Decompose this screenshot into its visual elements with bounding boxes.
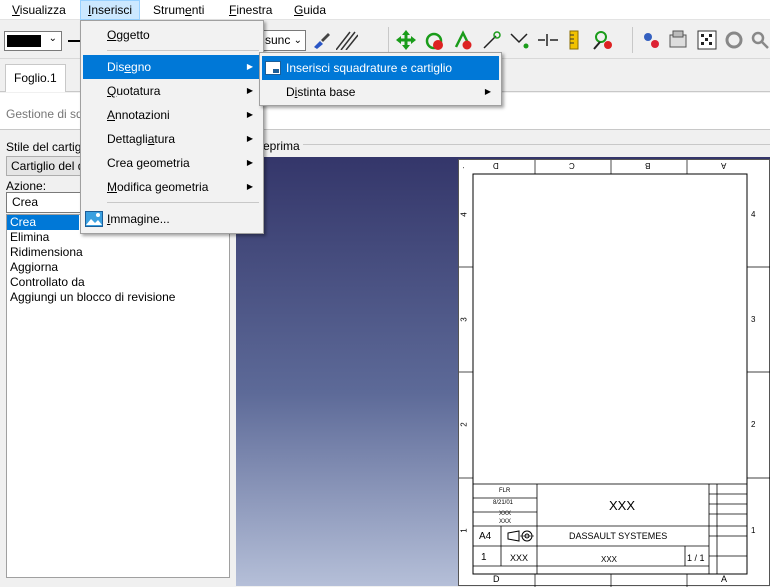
color-picker[interactable]: ⌄	[4, 31, 62, 51]
submenu-arrow-icon: ▶	[484, 87, 491, 96]
row-label: 4	[751, 210, 756, 219]
submenu-arrow-icon: ▶	[246, 62, 253, 71]
submenu-arrow-icon: ▶	[246, 134, 253, 143]
column-label: C	[569, 161, 575, 170]
column-label: D	[493, 161, 499, 170]
list-item-crea[interactable]: Crea	[7, 215, 79, 230]
menu-inserisci[interactable]: Inserisci	[80, 0, 141, 20]
chevron-down-icon: ⌄	[48, 33, 57, 44]
list-item-ridimensiona[interactable]: Ridimensiona	[7, 245, 229, 260]
inserisci-menu: Oggetto Disegno ▶ Quotatura ▶ Annotazioni ▶…	[80, 20, 264, 234]
grid-icon[interactable]	[696, 29, 718, 51]
explode-icon[interactable]	[536, 29, 558, 51]
menu-item-annotazioni[interactable]: Annotazioni ▶	[83, 103, 261, 127]
chevron-down-icon: ⌄	[293, 35, 302, 46]
toolbar-separator	[632, 27, 633, 53]
move-arrows-icon[interactable]	[395, 29, 417, 51]
date-value: 8/21/01	[493, 500, 514, 506]
row-label: 2	[751, 420, 756, 429]
snap-icon[interactable]	[481, 29, 503, 51]
row-label: 3	[751, 315, 756, 324]
menu-bar: Visualizza Inserisci Strumenti Finestra …	[0, 0, 770, 20]
scale-icon[interactable]	[452, 29, 474, 51]
action-list: Crea Elimina Ridimensiona Aggiorna Contr…	[6, 214, 230, 578]
color-swatch-icon	[7, 35, 41, 47]
settings-icon[interactable]	[640, 29, 662, 51]
menu-separator	[107, 202, 259, 203]
doc-number-value: XXX	[601, 555, 618, 564]
panel-title: Gestione di sq	[6, 107, 83, 121]
paint-brush-icon[interactable]	[310, 29, 332, 51]
menu-item-distinta-base[interactable]: Distinta base ▶	[262, 80, 499, 104]
line-weight-icon[interactable]	[68, 40, 80, 42]
row-label: 3	[459, 317, 469, 322]
row-label: 1	[751, 526, 756, 535]
menu-item-dettagliatura[interactable]: Dettagliatura ▶	[83, 127, 261, 151]
menu-item-immagine[interactable]: Immagine...	[83, 207, 261, 231]
style-label: Stile del cartig	[6, 140, 82, 154]
preview-canvas: . D C B A D A 4 3 2 1 4 3 2 1 FLR 8/21/0…	[236, 157, 770, 587]
no-show-icon[interactable]	[592, 29, 614, 51]
hatch-pattern-icon[interactable]	[336, 29, 358, 51]
menu-item-inserisci-squadrature-cartiglio[interactable]: Inserisci squadrature e cartiglio	[262, 56, 499, 80]
preview-title: eprima	[260, 139, 303, 153]
menu-item-oggetto[interactable]: Oggetto	[83, 23, 261, 47]
size-value: A4	[479, 531, 492, 542]
checked-value: XXX	[499, 511, 512, 517]
tab-foglio-1[interactable]: Foglio.1	[5, 64, 66, 92]
preview-group-line	[236, 144, 770, 145]
column-label: A	[721, 161, 727, 170]
toolbar-separator	[388, 27, 389, 53]
dimension-icon[interactable]	[508, 29, 530, 51]
list-item-controllato-da[interactable]: Controllato da	[7, 275, 229, 290]
company-value: DASSAULT SYSTEMES	[569, 531, 668, 541]
submenu-arrow-icon: ▶	[246, 158, 253, 167]
action-label: Azione:	[6, 179, 47, 193]
submenu-arrow-icon: ▶	[246, 182, 253, 191]
list-item-aggiorna[interactable]: Aggiorna	[7, 260, 229, 275]
row-label: 2	[459, 422, 469, 427]
image-icon	[85, 210, 103, 228]
menu-separator	[107, 50, 259, 51]
menu-item-modifica-geometria[interactable]: Modifica geometria ▶	[83, 175, 261, 199]
scale-value: 1	[481, 552, 487, 563]
menu-guida[interactable]: Guida	[287, 0, 333, 20]
submenu-arrow-icon: ▶	[246, 86, 253, 95]
part-number-value: XXX	[510, 553, 529, 563]
menu-visualizza[interactable]: Visualizza	[5, 0, 73, 20]
rotate-icon[interactable]	[423, 29, 445, 51]
disegno-submenu: Inserisci squadrature e cartiglio Distin…	[259, 52, 502, 106]
column-label: B	[645, 161, 651, 170]
list-item-aggiungi-blocco-revisione[interactable]: Aggiungi un blocco di revisione	[7, 290, 229, 305]
ruler-icon[interactable]	[563, 29, 585, 51]
svg-text:.: .	[461, 166, 468, 170]
title-value: XXX	[609, 498, 636, 513]
row-label: 4	[459, 212, 469, 217]
menu-item-disegno[interactable]: Disegno ▶	[83, 55, 261, 79]
drawn-by-value: FLR	[499, 488, 511, 494]
projection-icon	[507, 529, 535, 543]
line-style-dropdown[interactable]: sunc ⌄	[262, 30, 306, 51]
frame-titleblock-icon	[265, 61, 281, 75]
tools-icon[interactable]	[723, 29, 745, 51]
menu-item-crea-geometria[interactable]: Crea geometria ▶	[83, 151, 261, 175]
column-label: A	[721, 574, 728, 584]
preview-panel: eprima . D C B A D A 4 3 2 1 4 3 2 1 FLR…	[236, 131, 770, 587]
drawing-sheet: . D C B A D A 4 3 2 1 4 3 2 1 FLR 8/21/0…	[458, 159, 770, 587]
menu-item-quotatura[interactable]: Quotatura ▶	[83, 79, 261, 103]
row-label: 1	[459, 528, 469, 533]
submenu-arrow-icon: ▶	[246, 110, 253, 119]
properties-icon[interactable]	[667, 29, 689, 51]
menu-finestra[interactable]: Finestra	[222, 0, 279, 20]
search-icon[interactable]	[749, 29, 770, 51]
column-label: D	[493, 574, 500, 584]
sheet-value: 1 / 1	[687, 553, 705, 563]
approved-value: XXX	[499, 519, 512, 525]
menu-strumenti[interactable]: Strumenti	[146, 0, 211, 20]
